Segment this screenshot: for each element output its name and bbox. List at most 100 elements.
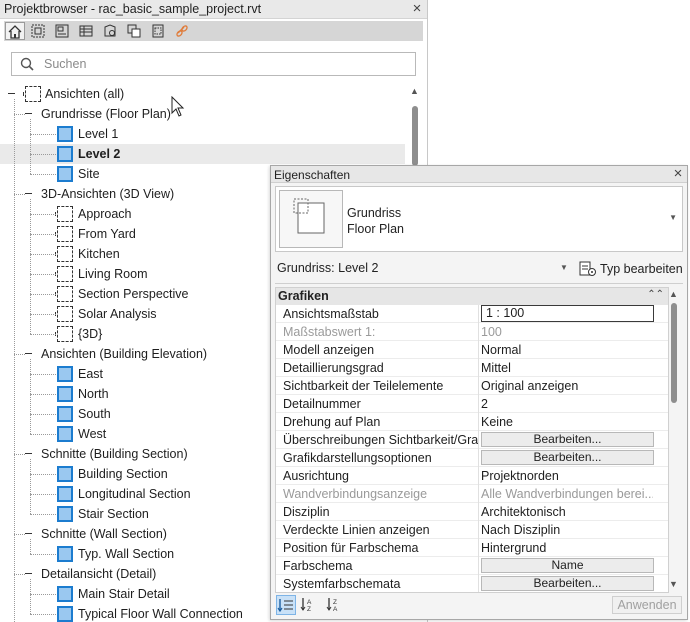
collapse-icon[interactable] (25, 113, 32, 114)
property-row[interactable]: Wandverbindungsanzeige Alle Wandverbindun… (276, 485, 668, 503)
collapse-icon[interactable] (25, 193, 32, 194)
collapse-icon[interactable] (25, 353, 32, 354)
property-name: Systemfarbschemata (283, 577, 401, 591)
property-row[interactable]: Systemfarbschemata Bearbeiten... (276, 575, 668, 592)
property-row[interactable]: Überschreibungen Sichtbarkeit/Gra... Bear… (276, 431, 668, 449)
column-divider (478, 323, 479, 341)
property-value[interactable]: Keine (481, 415, 653, 429)
property-row[interactable]: Verdeckte Linien anzeigen Nach Disziplin (276, 521, 668, 539)
view-icon (57, 386, 73, 402)
view-3d-icon (55, 286, 73, 302)
collapse-icon[interactable]: ⌃⌃ (647, 289, 664, 300)
tree-connector (30, 414, 56, 415)
group-header-graphics[interactable]: Grafiken ⌃⌃ (276, 288, 668, 305)
svg-text:A: A (307, 599, 312, 606)
collapse-icon[interactable] (8, 93, 15, 94)
property-value[interactable]: Original anzeigen (481, 379, 653, 393)
type-selector[interactable]: Grundriss Floor Plan ▼ (275, 186, 683, 252)
link-view-icon[interactable] (148, 22, 168, 40)
tree-connector (30, 294, 56, 295)
project-browser-titlebar[interactable]: Projektbrowser - rac_basic_sample_projec… (0, 0, 427, 19)
view-3d-icon (55, 246, 73, 262)
property-row[interactable]: Farbschema Name (276, 557, 668, 575)
property-row[interactable]: Grafikdarstellungsoptionen Bearbeiten... (276, 449, 668, 467)
property-row[interactable]: Modell anzeigen Normal (276, 341, 668, 359)
sheet-icon[interactable] (52, 22, 72, 40)
chevron-down-icon[interactable]: ▼ (560, 263, 568, 272)
property-value[interactable]: Architektonisch (481, 505, 653, 519)
property-value[interactable]: Projektnorden (481, 469, 653, 483)
property-row[interactable]: Sichtbarkeit der Teilelemente Original an… (276, 377, 668, 395)
edit-button[interactable]: Name (481, 558, 654, 573)
tree-group[interactable]: Grundrisse (Floor Plan) (0, 104, 405, 124)
scroll-up-icon[interactable]: ▲ (410, 86, 419, 96)
property-value[interactable]: Nach Disziplin (481, 523, 653, 537)
instance-filter: Grundriss: Level 2 ▼ Typ bearbeiten (275, 258, 683, 280)
tree-connector (30, 199, 31, 334)
edit-button[interactable]: Bearbeiten... (481, 432, 654, 447)
property-value[interactable]: Normal (481, 343, 653, 357)
property-row[interactable]: Disziplin Architektonisch (276, 503, 668, 521)
grid-scrollbar[interactable]: ▲ ▼ (667, 287, 681, 593)
close-icon[interactable]: × (409, 1, 425, 17)
chevron-down-icon[interactable]: ▼ (669, 213, 677, 222)
property-row[interactable]: Ansichtsmaßstab 1 : 100 (276, 305, 668, 323)
sort-descending-icon[interactable]: ZA (325, 595, 345, 615)
property-value-input[interactable]: 1 : 100 (481, 305, 654, 322)
collapse-icon[interactable] (25, 573, 32, 574)
property-row[interactable]: Maßstabswert 1: 100 (276, 323, 668, 341)
search-box[interactable] (11, 52, 416, 76)
property-value[interactable]: 2 (481, 397, 653, 411)
collapse-icon[interactable] (25, 533, 32, 534)
property-value: 100 (481, 325, 502, 339)
tree-item-label: Level 1 (78, 127, 119, 141)
property-name: Ansichtsmaßstab (283, 307, 379, 321)
edit-type-label: Typ bearbeiten (600, 262, 683, 276)
tree-connector (30, 474, 56, 475)
apply-button[interactable]: Anwenden (612, 596, 682, 614)
revit-link-icon[interactable] (172, 22, 192, 40)
property-value[interactable]: Hintergrund (481, 541, 653, 555)
scroll-thumb[interactable] (412, 106, 418, 166)
tree-item-label: 3D-Ansichten (3D View) (41, 187, 175, 201)
home-icon[interactable] (5, 22, 25, 40)
family-icon[interactable] (100, 22, 120, 40)
view-icon (57, 466, 73, 482)
tree-item[interactable]: Level 2 (0, 144, 405, 164)
view-icon (57, 366, 73, 382)
scroll-thumb[interactable] (671, 303, 677, 403)
sort-ascending-icon[interactable]: AZ (299, 595, 319, 615)
property-name: Disziplin (283, 505, 330, 519)
property-name: Position für Farbschema (283, 541, 419, 555)
scroll-up-icon[interactable]: ▲ (669, 289, 678, 299)
schedule-icon[interactable] (76, 22, 96, 40)
properties-titlebar[interactable]: Eigenschaften × (271, 166, 687, 183)
tree-root-views[interactable]: Ansichten (all) (0, 84, 405, 104)
group-icon[interactable] (124, 22, 144, 40)
edit-button[interactable]: Bearbeiten... (481, 450, 654, 465)
property-row[interactable]: Position für Farbschema Hintergrund (276, 539, 668, 557)
tree-item[interactable]: Level 1 (0, 124, 405, 144)
tree-connector (30, 359, 31, 434)
group-label: Grafiken (278, 289, 329, 303)
edit-type-button[interactable]: Typ bearbeiten (577, 259, 683, 279)
property-row[interactable]: Detaillierungsgrad Mittel (276, 359, 668, 377)
property-name: Sichtbarkeit der Teilelemente (283, 379, 444, 393)
search-input[interactable] (44, 56, 404, 72)
tree-connector (30, 579, 31, 614)
sort-categorized-icon[interactable] (276, 595, 296, 615)
instance-selector[interactable]: Grundriss: Level 2 (277, 261, 378, 275)
column-divider (478, 521, 479, 539)
tree-connector (30, 254, 56, 255)
edit-button[interactable]: Bearbeiten... (481, 576, 654, 591)
collapse-icon[interactable] (25, 453, 32, 454)
tree-connector (14, 114, 25, 115)
view-icon[interactable] (28, 22, 48, 40)
column-divider (478, 359, 479, 377)
property-value[interactable]: Mittel (481, 361, 653, 375)
close-icon[interactable]: × (670, 166, 686, 182)
property-row[interactable]: Detailnummer 2 (276, 395, 668, 413)
property-row[interactable]: Drehung auf Plan Keine (276, 413, 668, 431)
scroll-down-icon[interactable]: ▼ (669, 579, 678, 589)
property-row[interactable]: Ausrichtung Projektnorden (276, 467, 668, 485)
